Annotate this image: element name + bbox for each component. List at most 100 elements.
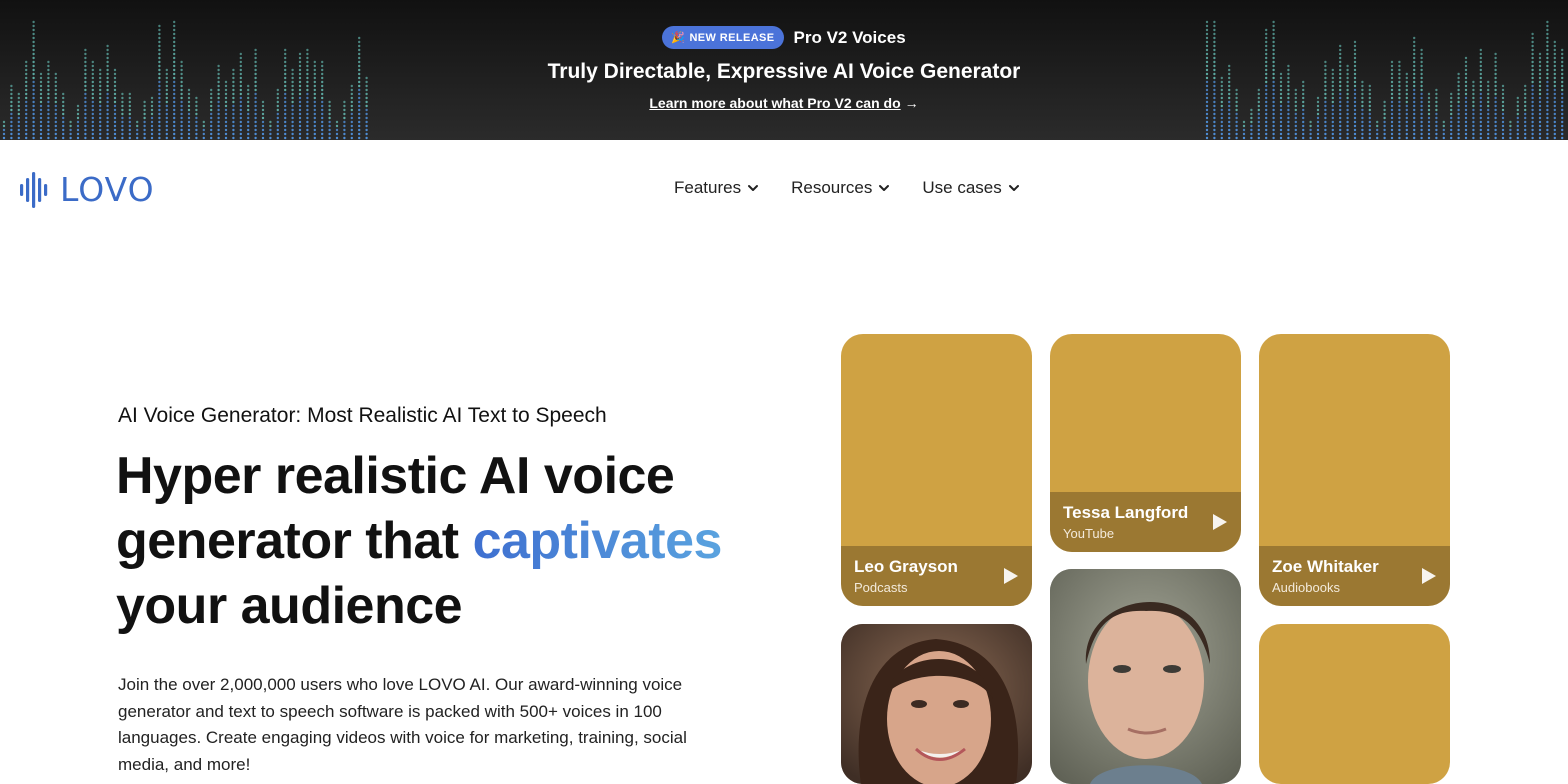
waveform-dot <box>298 112 302 116</box>
waveform-dot <box>1228 84 1231 88</box>
waveform-dot <box>128 120 131 124</box>
waveform-dot <box>1427 116 1431 120</box>
voice-name: Tessa Langford <box>1063 503 1189 522</box>
waveform-dot <box>1390 120 1394 124</box>
waveform-dot <box>239 120 242 124</box>
play-icon[interactable] <box>1418 566 1438 586</box>
waveform-dot <box>1457 88 1460 92</box>
waveform-dot <box>365 88 368 92</box>
waveform-dot <box>1435 136 1438 140</box>
waveform-dot <box>217 112 220 116</box>
waveform-dot <box>1561 112 1564 116</box>
waveform-dot <box>17 124 20 128</box>
waveform-dot <box>365 84 368 88</box>
waveform-dot <box>1561 120 1564 124</box>
waveform-dot <box>269 120 272 124</box>
waveform-dot <box>1228 120 1231 124</box>
banner-learn-more-link[interactable]: Learn more about what Pro V2 can do <box>649 95 900 111</box>
nav-item-use-cases[interactable]: Use cases <box>922 178 1019 198</box>
waveform-dot <box>254 132 257 136</box>
waveform-dot <box>1324 116 1327 120</box>
waveform-dot <box>291 124 294 128</box>
waveform-dot <box>1553 128 1556 132</box>
waveform-dot <box>1457 116 1460 120</box>
waveform-dot <box>1553 56 1556 60</box>
waveform-dot <box>1457 124 1460 128</box>
waveform-dot <box>1331 120 1334 124</box>
waveform-dot <box>69 128 72 132</box>
voice-card-photo-woman[interactable] <box>841 624 1032 784</box>
waveform-dot <box>321 116 324 120</box>
waveform-dot <box>239 132 242 136</box>
waveform-dot <box>1331 128 1334 132</box>
play-icon[interactable] <box>1209 512 1229 532</box>
waveform-dot <box>1442 132 1445 136</box>
waveform-dot <box>1257 124 1260 128</box>
waveform-dot <box>1220 88 1223 92</box>
voice-card-gold[interactable] <box>1259 624 1450 784</box>
waveform-dot <box>350 88 353 92</box>
waveform-dot <box>128 128 131 132</box>
waveform-dot <box>1331 132 1334 136</box>
voice-card-info: Leo Grayson Podcasts <box>841 546 1032 606</box>
voice-card-leo[interactable]: Leo Grayson Podcasts <box>841 334 1032 606</box>
voice-card-photo-man[interactable] <box>1050 569 1241 784</box>
voice-card-zoe[interactable]: Zoe Whitaker Audiobooks <box>1259 334 1450 606</box>
waveform-dot <box>1435 88 1438 92</box>
waveform-dot <box>306 116 309 120</box>
waveform-dot <box>1361 84 1364 88</box>
waveform-dot <box>1339 132 1342 136</box>
waveform-dot <box>298 132 302 136</box>
waveform-dot <box>99 136 102 140</box>
waveform-dot <box>1368 128 1371 132</box>
waveform-dot <box>1501 124 1505 128</box>
waveform-dot <box>321 120 324 124</box>
waveform-dot <box>306 52 309 56</box>
waveform-dot <box>106 88 109 92</box>
nav-item-resources[interactable]: Resources <box>791 178 890 198</box>
waveform-dot <box>1228 88 1231 92</box>
waveform-dot <box>106 48 109 52</box>
waveform-dot <box>358 116 361 120</box>
waveform-dot <box>54 112 57 116</box>
waveform-dot <box>254 136 257 140</box>
waveform-dot <box>1413 128 1416 132</box>
waveform-dot <box>1450 124 1453 128</box>
waveform-dot <box>261 128 265 132</box>
waveform-dot <box>1413 56 1416 60</box>
waveform-dot <box>1302 124 1305 128</box>
waveform-dot <box>1546 116 1549 120</box>
waveform-dot <box>1383 128 1386 132</box>
voice-card-tessa[interactable]: Tessa Langford YouTube <box>1050 334 1241 552</box>
waveform-dot <box>343 124 346 128</box>
waveform-dot <box>1213 20 1216 24</box>
waveform-dot <box>1228 128 1231 132</box>
lovo-logo[interactable]: LOVO <box>20 170 155 209</box>
waveform-dot <box>1553 48 1556 52</box>
nav-item-features[interactable]: Features <box>674 178 759 198</box>
waveform-dot <box>1479 120 1482 124</box>
waveform-dot <box>254 52 257 56</box>
waveform-dot <box>136 136 139 140</box>
waveform-dot <box>143 120 146 124</box>
waveform-dot <box>1538 56 1542 60</box>
play-icon[interactable] <box>1000 566 1020 586</box>
waveform-dot <box>1294 128 1297 132</box>
waveform-dot <box>1413 132 1416 136</box>
waveform-dot <box>1405 112 1408 116</box>
waveform-dot <box>239 88 242 92</box>
waveform-dot <box>1272 132 1275 136</box>
waveform-dot <box>1272 48 1275 52</box>
waveform-dot <box>1235 132 1238 136</box>
waveform-dot <box>1531 132 1534 136</box>
waveform-dot <box>84 56 87 60</box>
waveform-dot <box>17 116 20 120</box>
waveform-dot <box>328 136 331 140</box>
waveform-dot <box>298 136 302 140</box>
waveform-dot <box>1509 136 1512 140</box>
waveform-dot <box>25 84 28 88</box>
waveform-dot <box>1339 88 1342 92</box>
waveform-dot <box>1398 112 1401 116</box>
waveform-dot <box>254 116 257 120</box>
waveform-dot <box>1213 136 1216 140</box>
